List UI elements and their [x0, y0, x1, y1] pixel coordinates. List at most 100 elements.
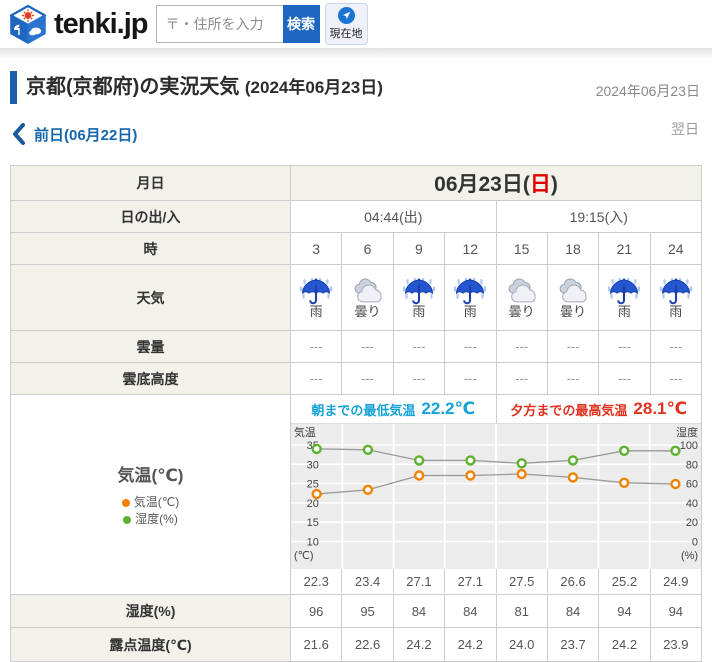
cloud-base-cell: --- — [291, 363, 342, 395]
row-label-temperature: 気温(℃) 気温(℃) 湿度(%) — [11, 395, 291, 595]
humidity-cell: 84 — [393, 595, 444, 628]
svg-text:30: 30 — [307, 459, 319, 471]
row-label-weather: 天気 — [11, 265, 291, 331]
row-label-sunrise-sunset: 日の出/入 — [11, 201, 291, 233]
hour-cell: 3 — [291, 233, 342, 265]
hour-cell: 18 — [547, 233, 598, 265]
temperature-value-cell: 24.9 — [650, 569, 701, 593]
temperature-value-cell: 23.4 — [341, 569, 392, 593]
humidity-cell: 94 — [599, 595, 650, 628]
dew-point-cell: 24.2 — [445, 628, 496, 662]
cloud-base-cell: --- — [342, 363, 393, 395]
svg-text:0: 0 — [692, 536, 698, 548]
holiday-day: 日 — [530, 173, 551, 196]
search-button[interactable]: 検索 — [283, 5, 320, 43]
cloud-base-cell: --- — [496, 363, 547, 395]
cloud-amount-cell: --- — [393, 331, 444, 363]
weather-label: 雨 — [394, 305, 444, 319]
sunset-cell: 19:15(入) — [496, 201, 702, 233]
header-divider — [0, 48, 712, 58]
temperature-value-cell: 25.2 — [598, 569, 649, 593]
humidity-legend-dot-icon — [123, 516, 131, 524]
hour-cell: 21 — [599, 233, 650, 265]
site-header: tenki.jp 検索 現在地 — [0, 0, 712, 48]
cloudy-icon — [555, 278, 591, 305]
brand-title[interactable]: tenki.jp — [54, 8, 148, 41]
current-location-button[interactable]: 現在地 — [325, 3, 368, 45]
weather-label: 曇り — [497, 305, 547, 319]
dew-point-cell: 24.2 — [599, 628, 650, 662]
rain-icon — [606, 278, 642, 305]
weather-cell: 曇り — [547, 265, 598, 331]
temperature-legend-dot-icon — [122, 499, 130, 507]
weather-cell: 曇り — [342, 265, 393, 331]
title-section: 京都(京都府)の実況天気 (2024年06月23日) 2024年06月23日 — [0, 58, 712, 106]
rain-icon — [401, 278, 437, 305]
page-title: 京都(京都府)の実況天気 (2024年06月23日) — [26, 71, 383, 104]
temperature-row-title: 気温(℃) — [11, 461, 290, 486]
min-temperature: 朝までの最低気温 22.2℃ — [291, 395, 496, 423]
dew-point-cell: 23.7 — [547, 628, 598, 662]
dew-point-cell: 23.9 — [650, 628, 701, 662]
dew-point-cell: 22.6 — [342, 628, 393, 662]
humidity-cell: 84 — [445, 595, 496, 628]
legend-temperature: 気温(℃) — [11, 494, 290, 511]
svg-text:(%): (%) — [681, 550, 698, 562]
weather-cell: 雨 — [291, 265, 342, 331]
date-cell: 06月23日(日) — [291, 166, 702, 201]
cloud-base-cell: --- — [445, 363, 496, 395]
prev-day-link[interactable]: 前日(06月22日) — [12, 123, 137, 145]
rain-icon — [658, 278, 694, 305]
prev-day-label: 前日(06月22日) — [34, 124, 137, 145]
temperature-value-cell: 27.1 — [393, 569, 444, 593]
current-location-label: 現在地 — [330, 25, 363, 41]
humidity-cell: 95 — [342, 595, 393, 628]
next-day-link[interactable]: 翌日 — [671, 119, 699, 139]
rain-icon — [298, 278, 334, 305]
hour-cell: 24 — [650, 233, 701, 265]
chart-area: 気温353025201510(℃)湿度100806040200(%) — [291, 424, 701, 569]
cloud-base-cell: --- — [393, 363, 444, 395]
cloud-amount-cell: --- — [445, 331, 496, 363]
temperature-chart-cell: 朝までの最低気温 22.2℃ 夕方までの最高気温 28.1℃ 気温3530252… — [291, 395, 702, 595]
weather-cell: 雨 — [393, 265, 444, 331]
temperature-value-cell: 27.5 — [496, 569, 547, 593]
weather-label: 雨 — [445, 305, 495, 319]
minmax-temperature-bar: 朝までの最低気温 22.2℃ 夕方までの最高気温 28.1℃ — [291, 395, 701, 424]
svg-text:湿度: 湿度 — [676, 425, 698, 439]
row-label-cloud-amount: 雲量 — [11, 331, 291, 363]
cloud-amount-cell: --- — [650, 331, 701, 363]
temperature-humidity-chart: 気温353025201510(℃)湿度100806040200(%) — [291, 424, 701, 569]
hour-cell: 6 — [342, 233, 393, 265]
row-label-date: 月日 — [11, 166, 291, 201]
svg-text:25: 25 — [307, 479, 319, 491]
tenki-logo-icon[interactable] — [8, 4, 48, 44]
weather-label: 雨 — [599, 305, 649, 319]
svg-text:20: 20 — [307, 498, 319, 510]
svg-text:(℃): (℃) — [294, 550, 314, 562]
search-input[interactable] — [156, 5, 283, 43]
hour-cell: 15 — [496, 233, 547, 265]
chevron-left-icon — [12, 123, 25, 145]
rain-icon — [452, 278, 488, 305]
row-label-humidity: 湿度(%) — [11, 595, 291, 628]
humidity-cell: 81 — [496, 595, 547, 628]
svg-text:60: 60 — [686, 479, 698, 491]
cloud-amount-cell: --- — [342, 331, 393, 363]
weather-label: 曇り — [342, 305, 392, 319]
title-accent-bar — [10, 71, 17, 104]
svg-text:気温: 気温 — [294, 425, 316, 439]
svg-text:80: 80 — [686, 459, 698, 471]
weather-label: 雨 — [651, 305, 701, 319]
humidity-cell: 94 — [650, 595, 701, 628]
weather-cell: 雨 — [599, 265, 650, 331]
dew-point-cell: 24.2 — [393, 628, 444, 662]
legend-humidity: 湿度(%) — [11, 511, 290, 528]
search-box: 検索 — [156, 5, 320, 43]
location-arrow-icon — [338, 7, 355, 24]
svg-text:100: 100 — [680, 440, 698, 452]
weather-cell: 曇り — [496, 265, 547, 331]
cloud-amount-cell: --- — [547, 331, 598, 363]
hour-cell: 9 — [393, 233, 444, 265]
humidity-cell: 84 — [547, 595, 598, 628]
